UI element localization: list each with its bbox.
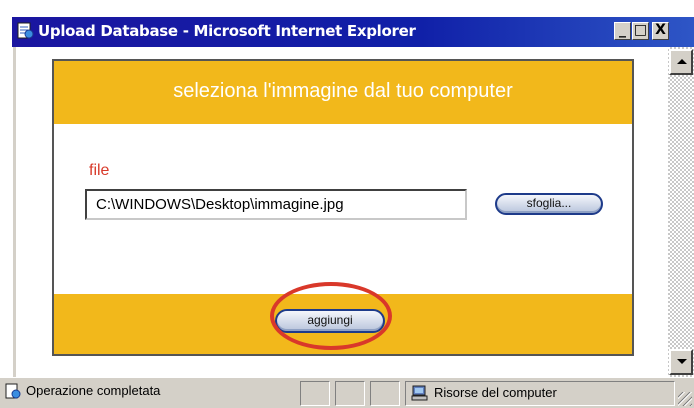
vertical-scrollbar[interactable] [668,47,694,377]
my-computer-icon [411,385,429,401]
minimize-button[interactable]: _ [614,22,631,40]
highlight-circle [270,282,392,350]
zone-text: Risorse del computer [434,385,557,400]
panel-header: seleziona l'immagine dal tuo computer [54,61,632,124]
title-bar[interactable]: Upload Database - Microsoft Internet Exp… [12,17,694,47]
browser-window: Upload Database - Microsoft Internet Exp… [0,0,694,408]
status-pane-3 [370,381,400,406]
scroll-up-button[interactable] [669,49,693,75]
maximize-button[interactable]: □ [632,22,649,40]
browse-button[interactable]: sfoglia... [495,193,603,215]
scroll-up-icon [677,59,687,64]
file-label: file [89,162,110,179]
window-title: Upload Database - Microsoft Internet Exp… [38,22,416,40]
status-bar: Operazione completata Risorse del comput… [0,377,694,408]
scroll-down-icon [677,359,687,364]
close-button[interactable]: X [652,22,669,40]
scroll-down-button[interactable] [669,349,693,375]
status-pane-2 [335,381,365,406]
done-page-icon [4,383,22,399]
status-pane-1 [300,381,330,406]
ie-page-icon [15,21,35,41]
window-left-border [12,47,16,377]
zone-pane: Risorse del computer [405,381,675,406]
resize-grip[interactable] [678,392,692,406]
status-text: Operazione completata [26,383,161,398]
file-path-input[interactable]: C:\WINDOWS\Desktop\immagine.jpg [85,189,467,220]
panel-title: seleziona l'immagine dal tuo computer [173,80,513,102]
